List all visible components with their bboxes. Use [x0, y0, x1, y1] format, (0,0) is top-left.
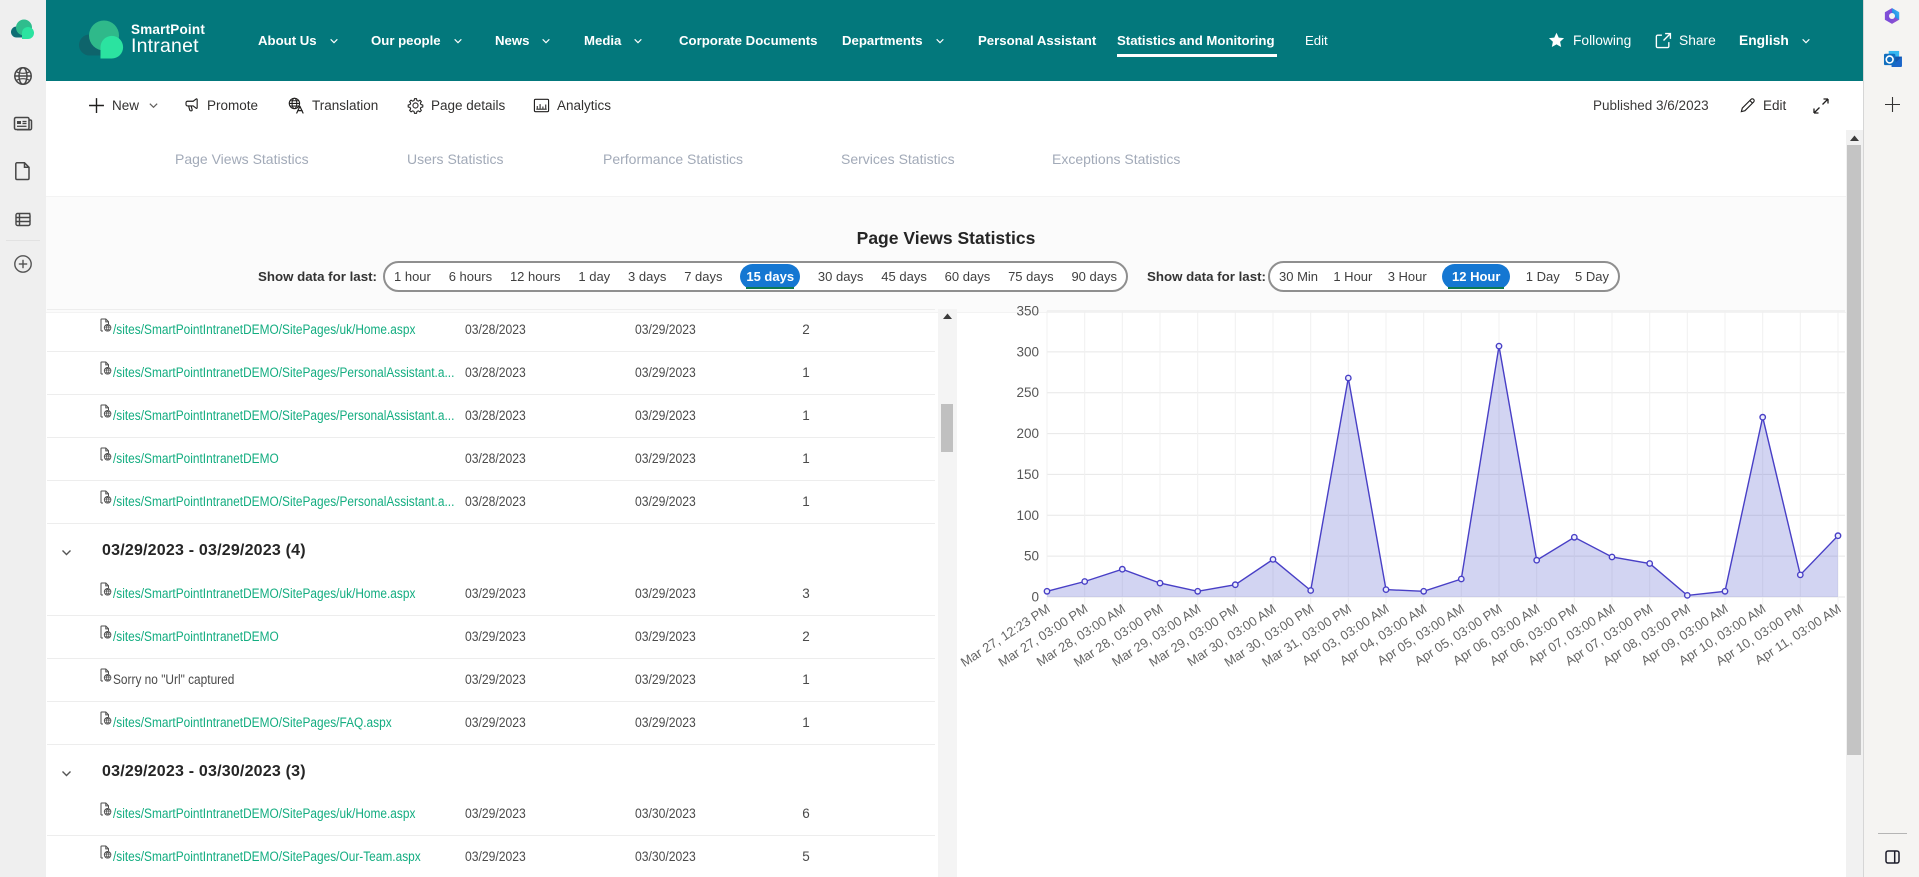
- svg-text:250: 250: [1016, 385, 1039, 400]
- svg-text:150: 150: [1016, 467, 1039, 482]
- svg-text:300: 300: [1016, 344, 1039, 359]
- svg-text:200: 200: [1016, 426, 1039, 441]
- svg-text:350: 350: [1016, 304, 1039, 319]
- svg-text:0: 0: [1031, 590, 1039, 605]
- svg-text:100: 100: [1016, 508, 1039, 523]
- svg-text:50: 50: [1024, 549, 1039, 564]
